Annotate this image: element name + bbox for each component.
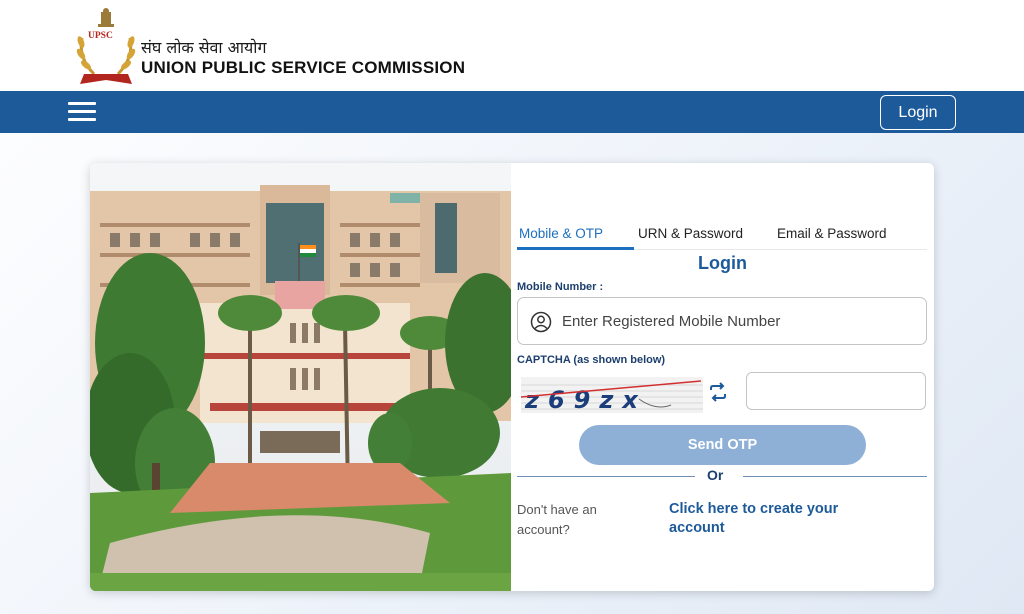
- user-circle-icon: [530, 311, 552, 333]
- login-card: Mobile & OTP URN & Password Email & Pass…: [90, 163, 934, 591]
- create-account-link[interactable]: Click here to create your account: [669, 500, 884, 538]
- tab-mobile-otp[interactable]: Mobile & OTP: [519, 226, 603, 241]
- captcha-image: z69zx: [521, 377, 703, 413]
- captcha-input[interactable]: [746, 372, 926, 410]
- tab-email-password[interactable]: Email & Password: [777, 226, 887, 241]
- login-tabs: Mobile & OTP URN & Password Email & Pass…: [517, 222, 927, 250]
- tab-urn-password[interactable]: URN & Password: [638, 226, 743, 241]
- no-account-text: Don't have an account?: [517, 502, 597, 537]
- captcha-label: CAPTCHA (as shown below): [517, 354, 666, 366]
- site-header: UPSC संघ लोक सेवा आयोग UNION PUBLIC SERV…: [0, 0, 1024, 91]
- org-name-english: UNION PUBLIC SERVICE COMMISSION: [141, 58, 466, 77]
- hamburger-menu-icon[interactable]: [68, 100, 96, 124]
- nav-bar: Login: [0, 91, 1024, 133]
- upsc-emblem-logo[interactable]: [74, 8, 138, 90]
- refresh-captcha-icon[interactable]: [707, 381, 729, 403]
- active-tab-indicator: [517, 247, 634, 250]
- or-separator: Or: [707, 467, 724, 483]
- captcha-text: z69zx: [524, 386, 647, 413]
- org-name-hindi: संघ लोक सेवा आयोग: [141, 38, 267, 57]
- login-form: Mobile & OTP URN & Password Email & Pass…: [511, 163, 934, 591]
- logo-text: UPSC: [88, 31, 113, 41]
- campus-building-photo: [90, 163, 511, 591]
- header-login-button[interactable]: Login: [880, 95, 956, 130]
- mobile-number-input[interactable]: Enter Registered Mobile Number: [517, 297, 927, 345]
- divider-right: [743, 476, 927, 477]
- form-title: Login: [698, 253, 747, 273]
- mobile-number-placeholder: Enter Registered Mobile Number: [562, 313, 781, 330]
- mobile-number-label: Mobile Number :: [517, 281, 604, 293]
- send-otp-button[interactable]: Send OTP: [579, 425, 866, 465]
- divider-left: [517, 476, 695, 477]
